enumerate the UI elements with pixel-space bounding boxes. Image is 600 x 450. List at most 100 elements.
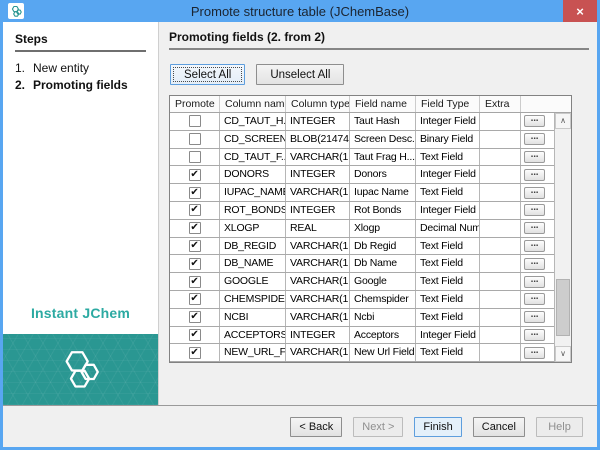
steps-sidebar: Steps 1.New entity2.Promoting fields Ins…: [3, 22, 159, 405]
cell-column-type: INTEGER: [286, 327, 350, 344]
cell-field-name: Db Name: [350, 255, 416, 272]
table-row[interactable]: ✔DB_REGIDVARCHAR(1...Db RegidText Field.…: [170, 238, 554, 256]
hexagon-logo-icon: [58, 347, 104, 393]
cell-extra: [480, 131, 521, 148]
cancel-button[interactable]: Cancel: [473, 417, 525, 437]
row-options-button[interactable]: ...: [524, 276, 545, 288]
row-options-button[interactable]: ...: [524, 115, 545, 127]
table-row[interactable]: ✔NCBIVARCHAR(1...NcbiText Field...: [170, 309, 554, 327]
more-cell: ...: [521, 184, 548, 201]
more-cell: ...: [521, 131, 548, 148]
cell-column-name: XLOGP: [220, 220, 286, 237]
row-options-button[interactable]: ...: [524, 258, 545, 270]
table-row[interactable]: ✔ACCEPTORSINTEGERAcceptorsInteger Field.…: [170, 327, 554, 345]
column-header[interactable]: Column type: [286, 96, 350, 112]
promote-checkbox[interactable]: ✔: [189, 169, 201, 181]
promote-checkbox[interactable]: ✔: [189, 222, 201, 234]
table-row[interactable]: CD_TAUT_H...INTEGERTaut HashInteger Fiel…: [170, 113, 554, 131]
table-row[interactable]: ✔GOOGLEVARCHAR(1...GoogleText Field...: [170, 273, 554, 291]
row-options-button[interactable]: ...: [524, 347, 545, 359]
promote-checkbox[interactable]: ✔: [189, 276, 201, 288]
cell-column-name: GOOGLE: [220, 273, 286, 290]
row-options-button[interactable]: ...: [524, 329, 545, 341]
cell-column-type: BLOB(21474...: [286, 131, 350, 148]
promote-checkbox[interactable]: ✔: [189, 204, 201, 216]
promote-cell: ✔: [170, 184, 220, 201]
table-row[interactable]: ✔DB_NAMEVARCHAR(1...Db NameText Field...: [170, 255, 554, 273]
table-row[interactable]: ✔NEW_URL_FI...VARCHAR(1...New Url FieldT…: [170, 344, 554, 362]
cell-column-name: NEW_URL_FI...: [220, 344, 286, 361]
row-options-button[interactable]: ...: [524, 222, 545, 234]
page-title: Promoting fields (2. from 2): [169, 30, 589, 50]
cell-field-type: Text Field: [416, 149, 480, 166]
cell-extra: [480, 344, 521, 361]
wizard-step-label: New entity: [33, 61, 89, 75]
cell-field-name: New Url Field: [350, 344, 416, 361]
cell-field-type: Text Field: [416, 344, 480, 361]
promote-checkbox[interactable]: ✔: [189, 329, 201, 341]
next-button: Next >: [353, 417, 403, 437]
table-row[interactable]: ✔XLOGPREALXlogpDecimal Num......: [170, 220, 554, 238]
column-header[interactable]: Field name: [350, 96, 416, 112]
cell-extra: [480, 255, 521, 272]
scrollbar-thumb[interactable]: [556, 279, 570, 336]
column-header[interactable]: Field Type: [416, 96, 480, 112]
cell-column-type: VARCHAR(1...: [286, 273, 350, 290]
more-cell: ...: [521, 202, 548, 219]
scroll-up-button[interactable]: ∧: [555, 113, 571, 129]
row-options-button[interactable]: ...: [524, 187, 545, 199]
select-all-button[interactable]: Select All: [170, 64, 245, 85]
column-header[interactable]: Promote: [170, 96, 220, 112]
wizard-step-number: 2.: [15, 78, 33, 92]
row-options-button[interactable]: ...: [524, 133, 545, 145]
cell-column-name: ROT_BONDS: [220, 202, 286, 219]
promote-checkbox[interactable]: [189, 115, 201, 127]
row-options-button[interactable]: ...: [524, 151, 545, 163]
wizard-step: 1.New entity: [15, 61, 146, 75]
cell-field-type: Integer Field: [416, 202, 480, 219]
dialog-window: Promote structure table (JChemBase) × St…: [0, 0, 600, 450]
wizard-step-label: Promoting fields: [33, 78, 128, 92]
promote-cell: [170, 149, 220, 166]
row-options-button[interactable]: ...: [524, 293, 545, 305]
column-header[interactable]: Column name: [220, 96, 286, 112]
table-row[interactable]: CD_SCREEN...BLOB(21474...Screen Desc...B…: [170, 131, 554, 149]
cell-field-name: Chemspider: [350, 291, 416, 308]
cell-field-name: Rot Bonds: [350, 202, 416, 219]
promote-cell: ✔: [170, 291, 220, 308]
cell-column-name: CHEMSPIDER: [220, 291, 286, 308]
table-row[interactable]: ✔CHEMSPIDERVARCHAR(1...ChemspiderText Fi…: [170, 291, 554, 309]
scrollbar-track[interactable]: [555, 129, 571, 346]
promote-checkbox[interactable]: [189, 133, 201, 145]
row-options-button[interactable]: ...: [524, 169, 545, 181]
more-cell: ...: [521, 238, 548, 255]
cell-field-name: Ncbi: [350, 309, 416, 326]
table-row[interactable]: ✔IUPAC_NAMEVARCHAR(1...Iupac NameText Fi…: [170, 184, 554, 202]
unselect-all-button[interactable]: Unselect All: [256, 64, 344, 85]
row-options-button[interactable]: ...: [524, 204, 545, 216]
promote-checkbox[interactable]: ✔: [189, 240, 201, 252]
promote-checkbox[interactable]: ✔: [189, 311, 201, 323]
more-cell: ...: [521, 149, 548, 166]
promote-checkbox[interactable]: ✔: [189, 258, 201, 270]
table-row[interactable]: ✔DONORSINTEGERDonorsInteger Field...: [170, 166, 554, 184]
row-options-button[interactable]: ...: [524, 240, 545, 252]
more-cell: ...: [521, 255, 548, 272]
promote-checkbox[interactable]: [189, 151, 201, 163]
table-row[interactable]: CD_TAUT_F...VARCHAR(1...Taut Frag H...Te…: [170, 149, 554, 167]
row-options-button[interactable]: ...: [524, 311, 545, 323]
cell-column-name: IUPAC_NAME: [220, 184, 286, 201]
cell-extra: [480, 309, 521, 326]
cell-field-name: Screen Desc...: [350, 131, 416, 148]
promote-checkbox[interactable]: ✔: [189, 293, 201, 305]
scroll-down-button[interactable]: ∨: [555, 346, 571, 362]
close-button[interactable]: ×: [563, 0, 597, 22]
finish-button[interactable]: Finish: [414, 417, 461, 437]
promote-checkbox[interactable]: ✔: [189, 347, 201, 359]
promote-checkbox[interactable]: ✔: [189, 187, 201, 199]
column-header[interactable]: Extra: [480, 96, 521, 112]
column-header[interactable]: [521, 96, 571, 112]
back-button[interactable]: < Back: [290, 417, 342, 437]
vertical-scrollbar[interactable]: ∧ ∨: [554, 113, 571, 362]
table-row[interactable]: ✔ROT_BONDSINTEGERRot BondsInteger Field.…: [170, 202, 554, 220]
